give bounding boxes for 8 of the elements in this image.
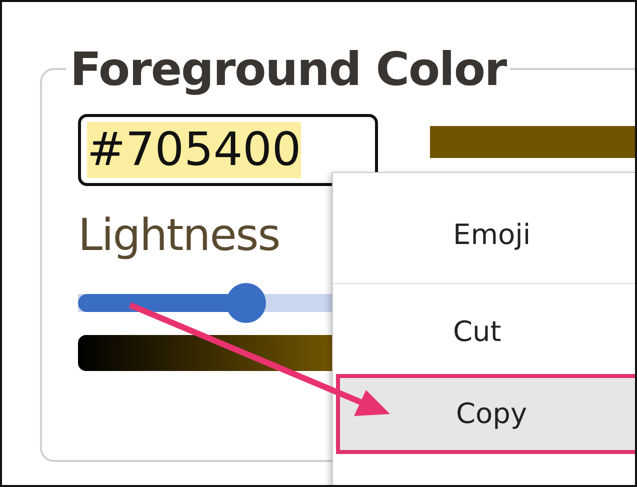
hex-input-field[interactable]: #705400 <box>78 114 378 186</box>
menu-item[interactable]: Emoji <box>333 195 635 275</box>
panel-title: Foreground Color <box>69 42 508 96</box>
menu-item[interactable]: Copy <box>336 374 635 454</box>
hex-value-text: #705400 <box>87 122 302 178</box>
slider-thumb[interactable] <box>226 283 266 323</box>
menu-item[interactable]: Cut <box>333 292 635 372</box>
lightness-label: Lightness <box>78 210 280 261</box>
